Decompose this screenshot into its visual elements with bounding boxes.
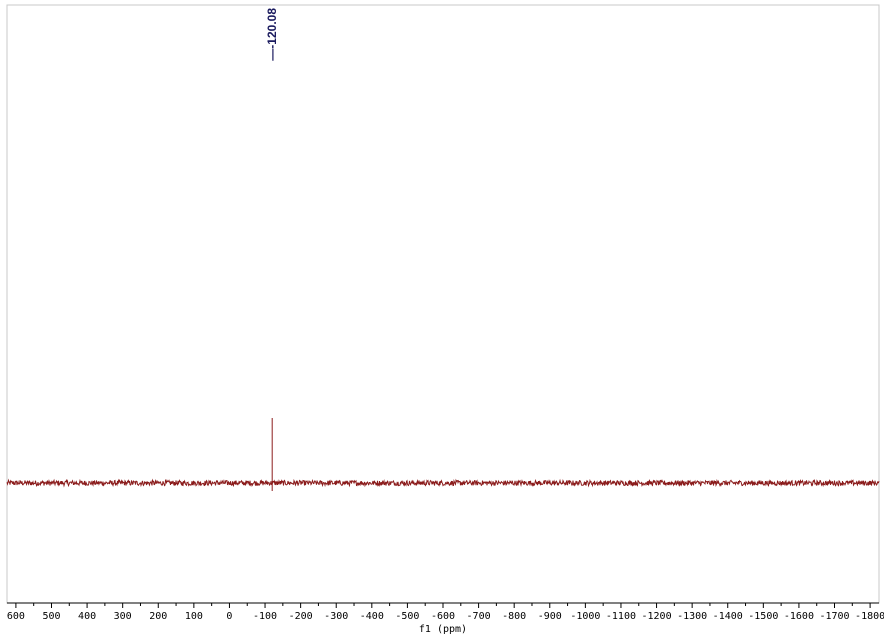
- x-tick-label: -900: [538, 611, 562, 622]
- x-tick-label: -1200: [641, 611, 671, 622]
- x-tick-label: -1000: [570, 611, 600, 622]
- x-tick-label: -100: [253, 611, 277, 622]
- x-tick-label: 100: [185, 611, 203, 622]
- x-tick-label: -1500: [748, 611, 778, 622]
- x-tick-label: -300: [324, 611, 348, 622]
- x-tick-label: -1700: [819, 611, 849, 622]
- x-tick-label: -1800: [855, 611, 884, 622]
- peak-label: —-120.08: [265, 8, 279, 61]
- x-tick-label: -400: [360, 611, 384, 622]
- x-tick-label: 0: [226, 611, 232, 622]
- x-tick-label: -1400: [713, 611, 743, 622]
- plot-frame: [7, 5, 879, 603]
- x-tick-label: -600: [431, 611, 455, 622]
- x-tick-label: 600: [7, 611, 25, 622]
- x-tick-label: -1300: [677, 611, 707, 622]
- x-tick-label: -1100: [606, 611, 636, 622]
- x-tick-label: 300: [114, 611, 132, 622]
- x-axis-label: f1 (ppm): [419, 624, 467, 635]
- x-axis-ticks: 600 500 400 300 200 100 0 -100 -200 -300 -400 -500 -…: [7, 603, 884, 622]
- spectrum-line: [7, 480, 879, 485]
- x-tick-label: -500: [395, 611, 419, 622]
- x-tick-label: 500: [42, 611, 60, 622]
- x-tick-label: 200: [149, 611, 167, 622]
- x-tick-label: -200: [289, 611, 313, 622]
- x-tick-label: 400: [78, 611, 96, 622]
- x-tick-label: -700: [467, 611, 491, 622]
- nmr-spectrum-chart: 600 500 400 300 200 100 0 -100 -200 -300 -400 -500 -…: [0, 0, 884, 639]
- x-tick-label: -800: [502, 611, 526, 622]
- x-tick-label: -1600: [784, 611, 814, 622]
